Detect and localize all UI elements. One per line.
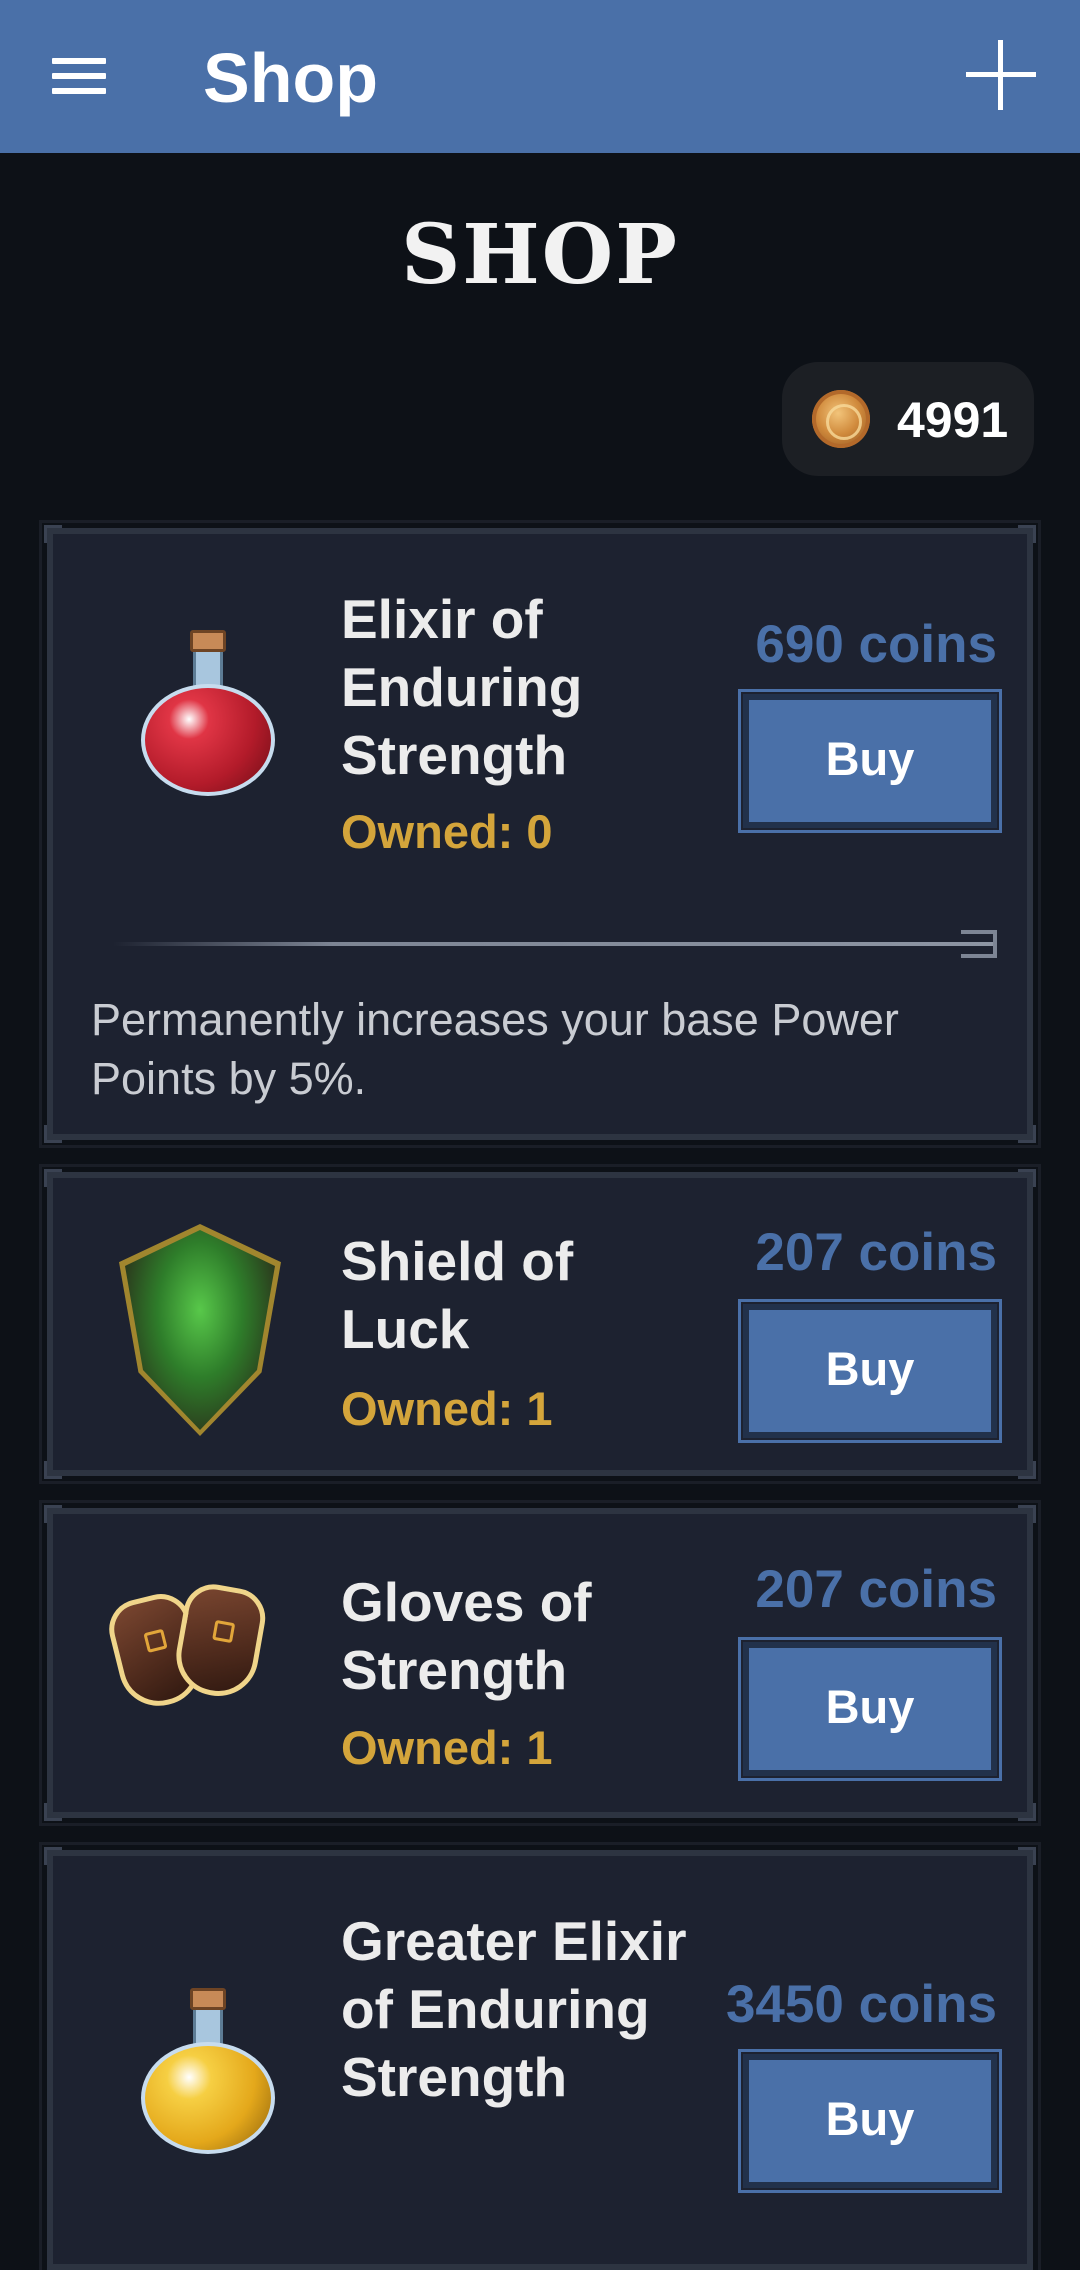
coin-count: 4991 — [897, 392, 1009, 448]
item-name: Gloves of Strength — [341, 1571, 592, 1701]
item-name: Greater Elixir of Enduring Strength — [341, 1910, 687, 2108]
shop-item-card: Greater Elixir of Enduring Strength 3450… — [39, 1842, 1041, 2270]
red-potion-icon — [141, 630, 275, 796]
item-price: 3450 coins — [725, 1975, 997, 2034]
gloves-icon — [102, 1578, 275, 1738]
coin-balance: 4991 — [782, 362, 1034, 476]
owned-count: Owned: 1 — [341, 1721, 553, 1774]
shop-item-card: Shield of Luck Owned: 1 207 coins Buy — [39, 1164, 1041, 1484]
buy-button[interactable]: Buy — [738, 1637, 1002, 1781]
item-description: Permanently increases your base Power Po… — [91, 994, 899, 1104]
item-price: 207 coins — [755, 1560, 997, 1619]
shop-item-card: Elixir of Enduring Strength Owned: 0 690… — [39, 520, 1041, 1148]
app-bar-title: Shop — [203, 39, 378, 117]
owned-count: Owned: 1 — [341, 1382, 553, 1435]
buy-button[interactable]: Buy — [738, 2049, 1002, 2193]
app-bar: Shop — [0, 0, 1080, 153]
menu-icon[interactable] — [52, 58, 106, 94]
coin-icon — [812, 390, 870, 448]
buy-button[interactable]: Buy — [738, 689, 1002, 833]
item-name: Elixir of Enduring Strength — [341, 588, 583, 786]
shop-item-card: Gloves of Strength Owned: 1 207 coins Bu… — [39, 1500, 1041, 1826]
buy-button[interactable]: Buy — [738, 1299, 1002, 1443]
item-price: 207 coins — [755, 1223, 997, 1282]
page-title: SHOP — [401, 207, 679, 303]
item-name: Shield of Luck — [341, 1230, 574, 1360]
shield-icon — [119, 1224, 281, 1436]
owned-count: Owned: 0 — [341, 805, 553, 858]
item-price: 690 coins — [755, 615, 997, 674]
add-icon[interactable] — [966, 40, 1036, 110]
divider — [113, 942, 993, 946]
gold-potion-icon — [141, 1988, 275, 2154]
